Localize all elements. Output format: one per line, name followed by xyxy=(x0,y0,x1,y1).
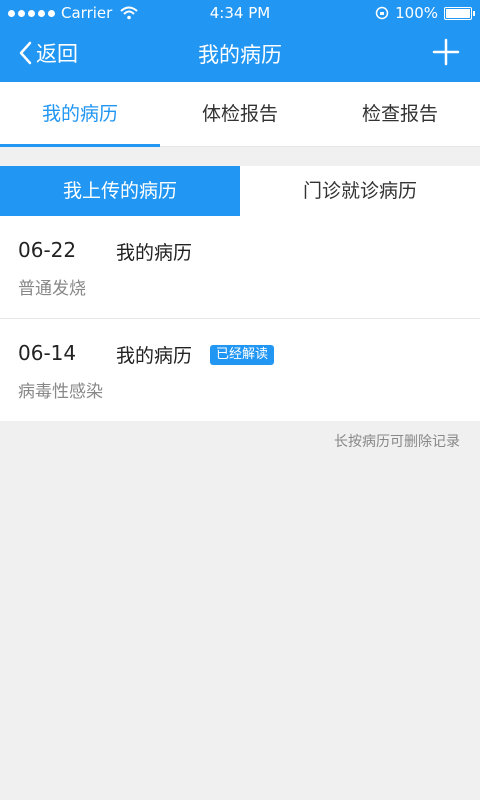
add-icon[interactable] xyxy=(432,38,460,66)
record-list: 06-22 我的病历 普通发烧 06-14 我的病历 已经解读 病毒性感染 xyxy=(0,216,480,421)
delete-hint: 长按病历可删除记录 xyxy=(334,434,460,450)
record-date: 06-22 xyxy=(18,238,77,262)
rotation-lock-icon xyxy=(375,6,389,20)
page-title: 我的病历 xyxy=(198,43,282,67)
nav-bar: 返回 我的病历 xyxy=(0,26,480,82)
record-diagnosis: 普通发烧 xyxy=(18,279,86,299)
tab-checkup-reports[interactable]: 体检报告 xyxy=(160,82,320,146)
tab-exam-reports[interactable]: 检查报告 xyxy=(320,82,480,146)
status-right: 100% xyxy=(375,4,475,22)
status-badge: 已经解读 xyxy=(210,345,275,365)
record-diagnosis: 病毒性感染 xyxy=(18,382,103,402)
record-item[interactable]: 06-14 我的病历 已经解读 病毒性感染 xyxy=(0,318,480,421)
record-name: 我的病历 xyxy=(116,242,193,264)
segment-outpatient[interactable]: 门诊就诊病历 xyxy=(240,166,480,216)
record-date: 06-14 xyxy=(18,341,77,365)
segment-uploaded[interactable]: 我上传的病历 xyxy=(0,166,240,216)
status-bar: Carrier 4:34 PM 100% xyxy=(0,0,480,26)
battery-label: 100% xyxy=(395,4,438,22)
record-name: 我的病历 xyxy=(116,345,193,367)
battery-icon xyxy=(444,6,475,20)
app-header: Carrier 4:34 PM 100% 返回 我的病历 xyxy=(0,0,480,82)
segment-control: 我上传的病历 门诊就诊病历 xyxy=(0,166,480,216)
top-tabs: 我的病历 体检报告 检查报告 xyxy=(0,82,480,147)
record-item[interactable]: 06-22 我的病历 普通发烧 xyxy=(0,216,480,318)
tab-my-records[interactable]: 我的病历 xyxy=(0,82,160,147)
